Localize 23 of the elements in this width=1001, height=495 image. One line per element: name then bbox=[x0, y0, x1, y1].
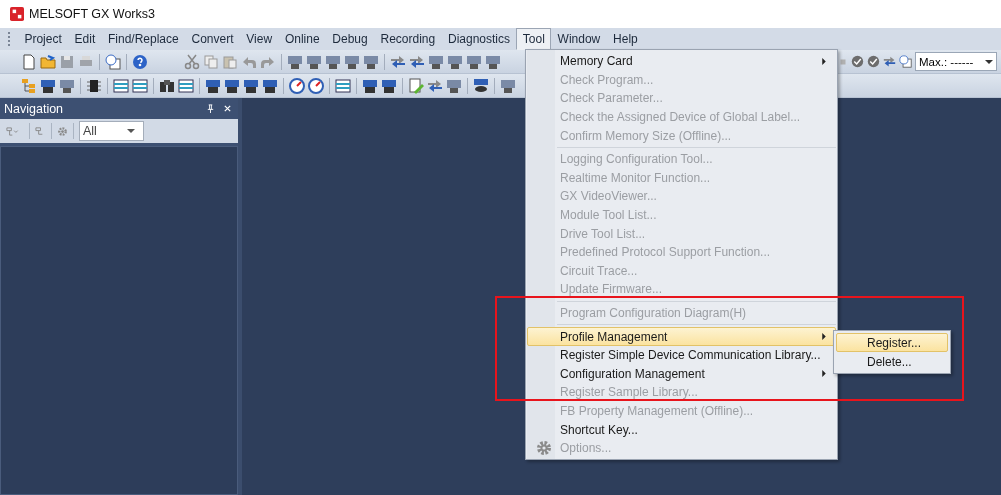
menu-entry[interactable]: Profile Management bbox=[527, 327, 836, 346]
menu-item[interactable]: Edit bbox=[68, 28, 102, 50]
menu-entry[interactable]: Shortcut Key... bbox=[527, 420, 836, 439]
panel-title: Navigation bbox=[4, 101, 65, 116]
menu-item[interactable]: Help bbox=[606, 28, 645, 50]
monitor-field[interactable]: Max.: ------ bbox=[915, 52, 997, 71]
menu-item[interactable]: Convert bbox=[185, 28, 240, 50]
menu-item[interactable]: View bbox=[239, 28, 279, 50]
menu-item[interactable]: Project bbox=[18, 28, 69, 50]
menu-item[interactable]: Online bbox=[278, 28, 326, 50]
filter-dropdown[interactable]: All bbox=[79, 121, 144, 141]
menu-entry[interactable]: Register Simple Device Communication Library... bbox=[527, 345, 836, 365]
menu-entry[interactable]: Register... bbox=[836, 333, 948, 352]
menu-entry[interactable]: Memory Card bbox=[527, 52, 836, 71]
window-title: MELSOFT GX Works3 bbox=[29, 7, 155, 21]
menu-entry[interactable]: Delete... bbox=[836, 352, 948, 371]
menu-item[interactable]: Recording bbox=[374, 28, 442, 50]
menu-item[interactable]: Tool bbox=[516, 28, 552, 50]
menu-item[interactable]: Find/Replace bbox=[101, 28, 186, 50]
menu-item[interactable]: Window bbox=[551, 28, 607, 50]
menu-entry[interactable]: Configuration Management bbox=[527, 364, 836, 384]
menu-item[interactable]: Diagnostics bbox=[441, 28, 517, 50]
menu-item[interactable]: Debug bbox=[325, 28, 375, 50]
